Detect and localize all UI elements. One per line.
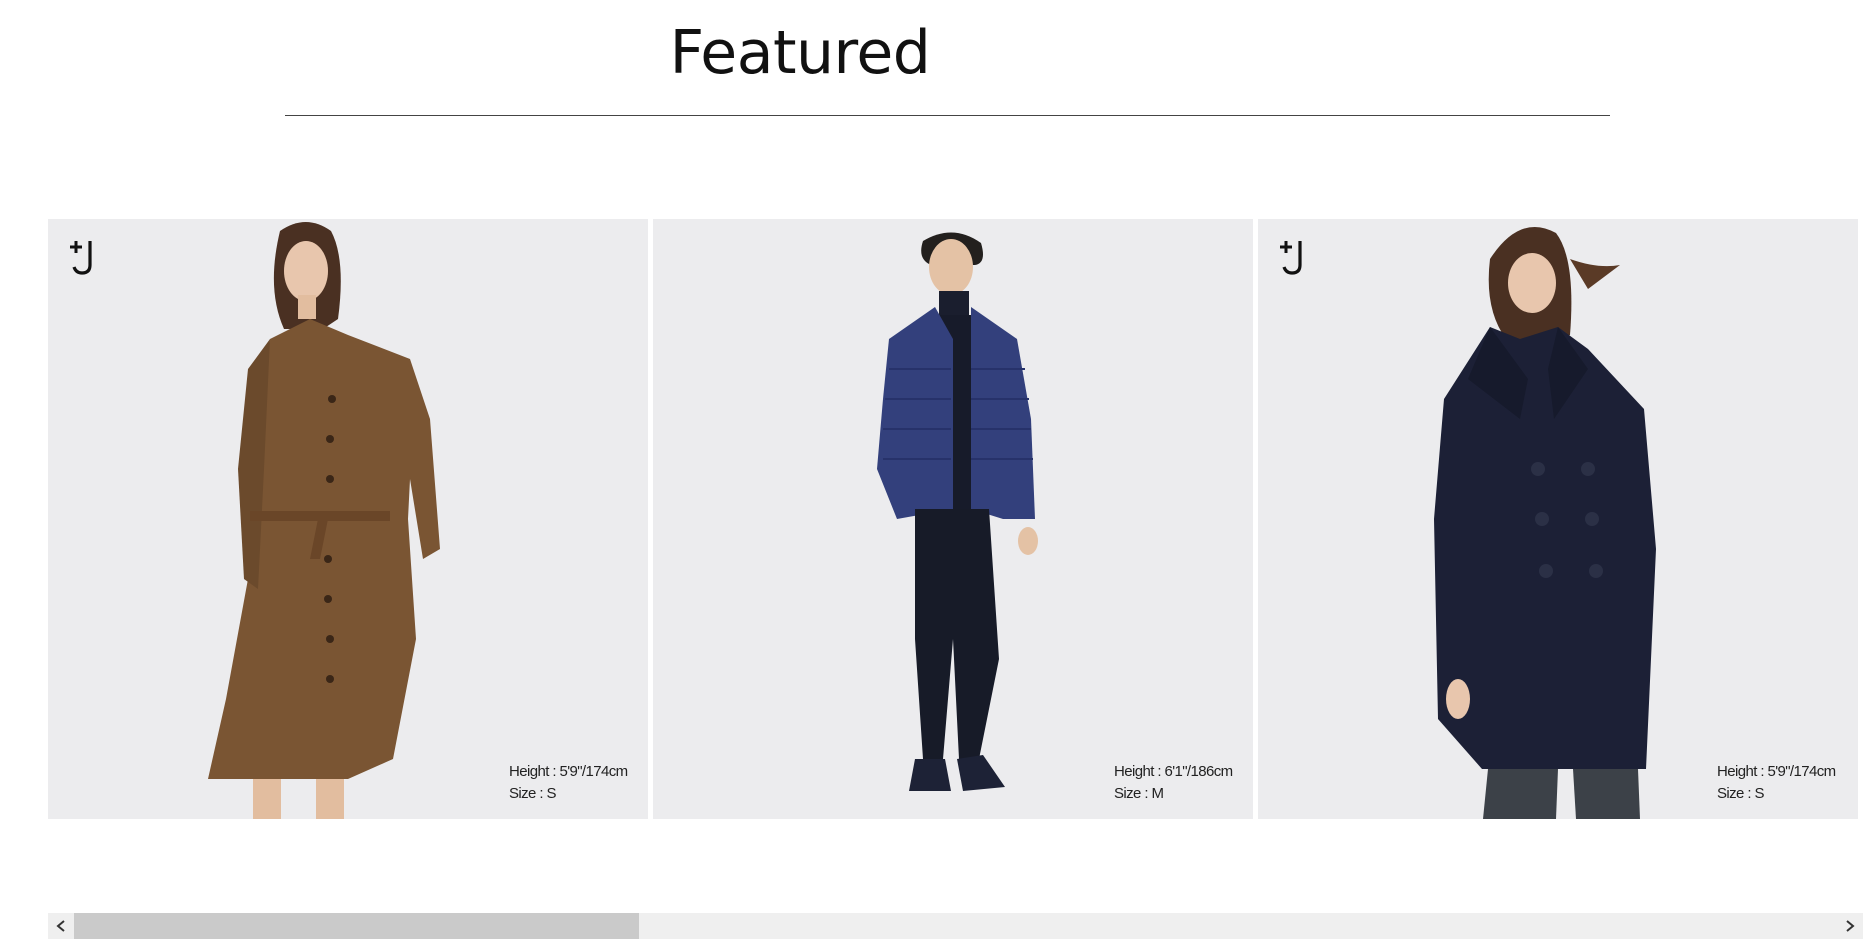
title-divider	[285, 115, 1610, 116]
model-info: Height : 5'9"/174cm Size : S	[1717, 761, 1836, 805]
product-card-1[interactable]: Height : 5'9"/174cm Size : S	[48, 219, 648, 819]
plus-j-logo-icon	[1280, 241, 1302, 275]
scrollbar-thumb[interactable]	[74, 913, 639, 939]
chevron-right-icon	[1846, 920, 1855, 932]
product-image-shirt-dress[interactable]	[48, 219, 648, 819]
model-size: Size : M	[1114, 785, 1164, 802]
product-card-2[interactable]: Height : 6'1"/186cm Size : M	[653, 219, 1253, 819]
scroll-right-button[interactable]	[1837, 913, 1863, 939]
plus-j-logo-icon	[70, 241, 92, 275]
model-info: Height : 5'9"/174cm Size : S	[509, 761, 628, 805]
model-info: Height : 6'1"/186cm Size : M	[1114, 761, 1233, 805]
model-size: Size : S	[1717, 785, 1764, 802]
horizontal-scrollbar[interactable]	[48, 913, 1863, 939]
model-height: Height : 6'1"/186cm	[1114, 763, 1233, 780]
model-height: Height : 5'9"/174cm	[1717, 763, 1836, 780]
product-card-3[interactable]: Height : 5'9"/174cm Size : S	[1258, 219, 1858, 819]
chevron-left-icon	[56, 920, 65, 932]
scroll-left-button[interactable]	[48, 913, 74, 939]
product-image-puffer-jacket[interactable]	[653, 219, 1253, 819]
section-title: Featured	[669, 18, 931, 88]
model-size: Size : S	[509, 785, 556, 802]
model-height: Height : 5'9"/174cm	[509, 763, 628, 780]
featured-carousel[interactable]: Height : 5'9"/174cm Size : S Height: 6'…	[48, 219, 1863, 819]
product-image-wool-coat[interactable]	[1258, 219, 1858, 819]
